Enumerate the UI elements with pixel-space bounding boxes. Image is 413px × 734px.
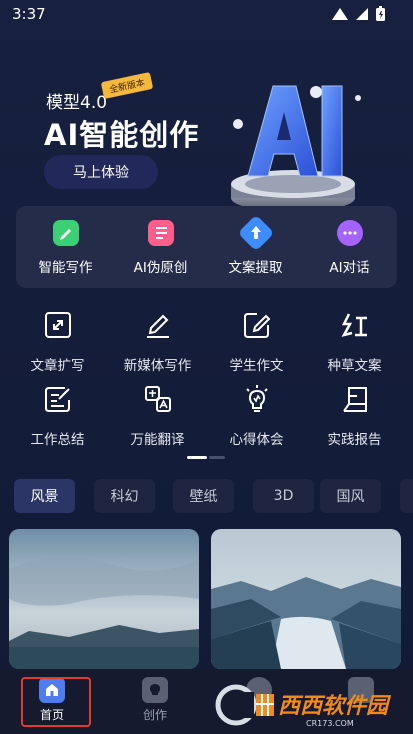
- tool-ai-rewrite[interactable]: AI伪原创: [113, 220, 208, 276]
- status-time: 3:37: [12, 5, 46, 23]
- tool-label: 心得体会: [229, 432, 284, 448]
- category-tabs: 风景 科幻 壁纸 3D 国风: [14, 479, 413, 513]
- hero-title: AI智能创作: [44, 118, 200, 152]
- landscape-image: [211, 529, 401, 669]
- expand-icon: [44, 312, 71, 338]
- edit-square-icon: [243, 313, 270, 338]
- tab-3d[interactable]: 3D: [253, 479, 314, 513]
- watermark-url: CR173.COM: [306, 719, 354, 728]
- tool-label: AI伪原创: [133, 260, 188, 276]
- tool-text-extract[interactable]: 文案提取: [208, 214, 303, 276]
- tab-chinese-style[interactable]: 国风: [320, 479, 381, 513]
- tool-new-media-writing[interactable]: 新媒体写作: [106, 310, 209, 374]
- hero-subtitle: 模型4.0: [46, 93, 108, 113]
- tab-scifi[interactable]: 科幻: [94, 479, 155, 513]
- tool-reflections[interactable]: 心得体会: [205, 384, 308, 448]
- tool-student-essay[interactable]: 学生作文: [205, 310, 308, 374]
- battery-icon: [376, 6, 385, 21]
- red-character-icon: [341, 313, 367, 337]
- lightbulb-icon: [245, 385, 268, 412]
- tab-scenery[interactable]: 风景: [14, 479, 75, 513]
- new-version-badge: 全新版本: [100, 71, 154, 100]
- tool-label: 工作总结: [30, 432, 85, 448]
- tool-label: AI对话: [329, 260, 370, 276]
- tool-label: 智能写作: [38, 260, 93, 276]
- pencil-icon: [52, 220, 79, 246]
- tool-smart-writing[interactable]: 智能写作: [18, 220, 113, 276]
- site-watermark-logo: 西西软件园 CR173.COM: [215, 684, 392, 728]
- watermark-title: 西西软件园: [278, 694, 392, 719]
- tab-more[interactable]: [400, 479, 413, 513]
- ai-3d-illustration: [231, 85, 361, 212]
- upload-icon: [237, 214, 274, 252]
- tab-wallpaper[interactable]: 壁纸: [173, 479, 234, 513]
- tool-work-summary[interactable]: 工作总结: [6, 384, 109, 448]
- status-bar: 3:37: [0, 0, 413, 28]
- tool-label: 实践报告: [327, 432, 382, 448]
- page-indicator: [187, 456, 225, 459]
- pen-write-icon: [146, 314, 169, 338]
- tool-label: 新媒体写作: [123, 358, 192, 374]
- mountain-lake-image-card[interactable]: [211, 529, 401, 669]
- nav-create[interactable]: 创作: [124, 677, 186, 723]
- home-highlight-box: [21, 677, 91, 727]
- tool-label: 学生作文: [229, 358, 284, 374]
- tool-seeding-copy[interactable]: 种草文案: [303, 310, 406, 374]
- cellular-icon: [356, 7, 368, 20]
- nav-label: 创作: [142, 708, 167, 722]
- primary-tools-card: 智能写作 AI伪原创 文案提取 AI对话: [16, 206, 397, 288]
- note-edit-icon: [44, 387, 70, 412]
- tool-label: 种草文案: [327, 358, 382, 374]
- translate-icon: [144, 386, 171, 412]
- landscape-image: [9, 529, 199, 669]
- status-icons: [332, 6, 385, 21]
- tool-label: 文案提取: [228, 260, 283, 276]
- report-icon: [342, 387, 367, 412]
- tool-label: 文章扩写: [30, 358, 85, 374]
- document-icon: [147, 220, 174, 246]
- tool-practice-report[interactable]: 实践报告: [303, 384, 406, 448]
- app-screen: 3:37 模型4.0 全新版本 AI智能创作 马上体验 智能写作 AI伪原创 文…: [0, 0, 413, 734]
- hero-banner[interactable]: 模型4.0 全新版本 AI智能创作 马上体验: [0, 28, 413, 212]
- page-dot-active: [187, 456, 207, 459]
- bulb-icon: [142, 677, 168, 703]
- tool-ai-chat[interactable]: AI对话: [302, 220, 397, 276]
- scenery-image-card[interactable]: [9, 529, 199, 669]
- tool-universal-translate[interactable]: 万能翻译: [106, 384, 209, 448]
- chat-bubble-icon: [336, 220, 363, 246]
- try-now-button[interactable]: 马上体验: [44, 155, 158, 189]
- signal-icon: [332, 7, 348, 20]
- tool-label: 万能翻译: [130, 432, 185, 448]
- tool-article-expand[interactable]: 文章扩写: [6, 310, 109, 374]
- page-dot: [209, 456, 225, 459]
